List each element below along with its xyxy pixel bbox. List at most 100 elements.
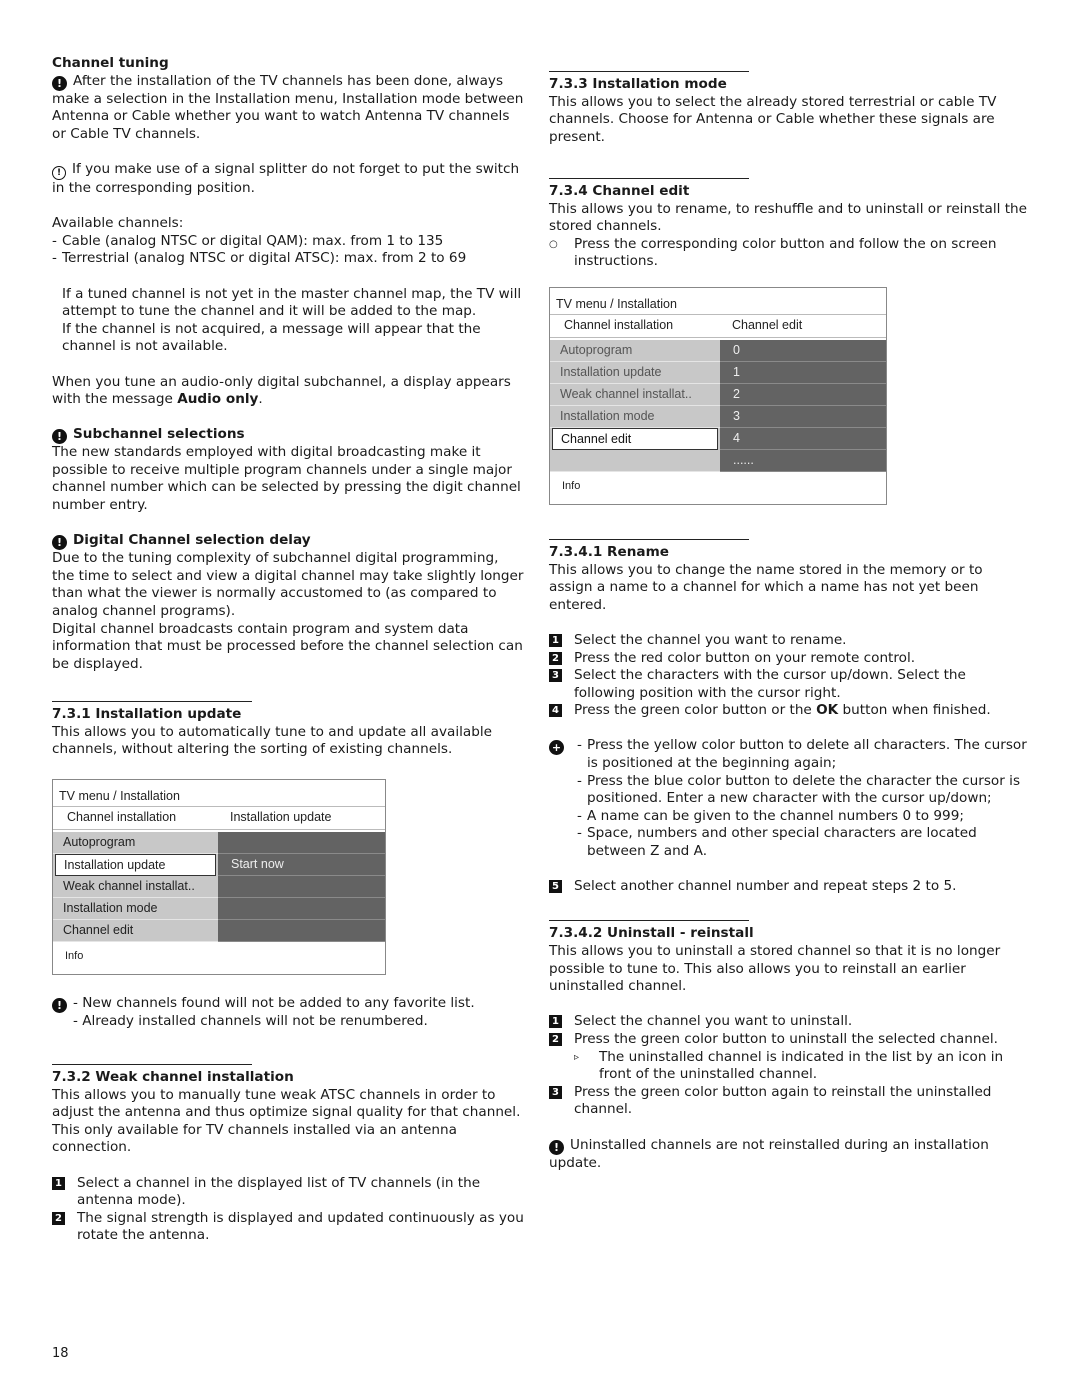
rename-step: 4 Press the green color button or the OK … [549, 702, 1029, 720]
audio-only-para: When you tune an audio-only digital subc… [52, 373, 511, 408]
menu-info: Info [65, 949, 84, 962]
menu-option [218, 832, 385, 854]
step-number-icon: 4 [549, 704, 562, 718]
menu-item-channel-edit[interactable]: Channel edit [552, 427, 718, 450]
menu-option [218, 898, 385, 920]
uninstall-sub-bullet: ▹ The uninstalled channel is indicated in… [574, 1048, 1004, 1083]
uninstall-note: ! Uninstalled channels are not reinstalle… [549, 1136, 989, 1171]
channel-number-item[interactable]: 3 [720, 406, 886, 428]
rename-step: 3 Select the characters with the cursor u… [549, 667, 1029, 702]
channel-number-item[interactable]: 0 [720, 340, 886, 362]
step-number-icon: 1 [549, 1015, 562, 1029]
warning-icon: ! [52, 165, 66, 180]
exclamation-icon: ! [52, 997, 67, 1013]
installation-mode-heading: 7.3.3 Installation mode [549, 76, 727, 92]
step-number-icon: 1 [549, 633, 562, 647]
menu-item-weak-channel[interactable]: Weak channel installat.. [53, 876, 218, 898]
section-divider [52, 701, 252, 702]
left-column: Channel tuning ! After the installation o… [52, 55, 524, 1245]
tv-menu-installation-update: TV menu / Installation Channel installat… [52, 778, 386, 975]
channel-number-item[interactable]: 2 [720, 384, 886, 406]
splitter-warning: ! If you make use of a signal splitter do… [52, 160, 520, 196]
menu-item-installation-update[interactable]: Installation update [55, 853, 216, 876]
update-note-2: - Already installed channels will not be… [73, 1012, 428, 1029]
delay-text-1: Due to the tuning complexity of subchann… [52, 550, 524, 620]
exclamation-icon: ! [52, 535, 67, 551]
step-number-icon: 2 [52, 1211, 65, 1225]
step-number-icon: 2 [549, 1032, 562, 1046]
channel-number-more: ...... [720, 450, 886, 472]
rename-text: This allows you to change the name store… [549, 561, 983, 613]
menu-info: Info [562, 479, 581, 492]
installation-update-heading: 7.3.1 Installation update [52, 706, 242, 722]
weak-channel-heading: 7.3.2 Weak channel installation [52, 1068, 294, 1085]
weak-channel-text: This allows you to manually tune weak AT… [52, 1086, 521, 1156]
delay-text-2: Digital channel broadcasts contain progr… [52, 620, 523, 672]
weak-step: 2 The signal strength is displayed and up… [52, 1210, 524, 1245]
tuned-para-2: If the channel is not acquired, a messag… [62, 320, 481, 355]
menu-header-left: Channel installation [67, 810, 177, 825]
menu-right-list: 0 1 2 3 4 ...... [720, 339, 886, 472]
menu-title: TV menu / Installation [53, 780, 385, 807]
menu-item-autoprogram[interactable]: Autoprogram [53, 832, 218, 854]
menu-header-left: Channel installation [564, 318, 674, 333]
channel-tuning-heading: Channel tuning [52, 55, 169, 71]
step-number-icon: 3 [549, 1085, 562, 1099]
rename-step: 2 Press the red color button on your remo… [549, 650, 1029, 668]
installation-mode-text: This allows you to select the already st… [549, 93, 997, 145]
installation-update-text: This allows you to automatically tune to… [52, 723, 492, 758]
menu-option [218, 920, 385, 942]
rename-step: 5 Select another channel number and repea… [549, 878, 1029, 896]
section-divider [549, 71, 749, 72]
update-note-1: ! - New channels found will not be added … [52, 995, 524, 1013]
exclamation-icon: ! [52, 75, 67, 91]
weak-step: 1 Select a channel in the displayed list … [52, 1175, 524, 1210]
right-column: 7.3.3 Installation mode This allows you … [549, 71, 1029, 1172]
delay-heading: ! Digital Channel selection delay [52, 532, 524, 551]
rename-tip: - Press the blue color button to delete t… [577, 772, 1021, 807]
rename-heading: 7.3.4.1 Rename [549, 543, 669, 560]
menu-item-autoprogram[interactable]: Autoprogram [550, 340, 720, 362]
uninstall-heading: 7.3.4.2 Uninstall - reinstall [549, 925, 754, 942]
step-number-icon: 1 [52, 1176, 65, 1190]
uninstall-text: This allows you to uninstall a stored ch… [549, 943, 1001, 995]
menu-header-right: Installation update [230, 810, 332, 825]
section-divider [549, 177, 749, 179]
menu-item-empty [550, 450, 720, 472]
page-number: 18 [52, 1346, 69, 1361]
section-divider [549, 920, 749, 922]
menu-header: Channel installation Channel edit [550, 315, 886, 338]
menu-item-installation-mode[interactable]: Installation mode [550, 406, 720, 428]
menu-header: Channel installation Installation update [53, 807, 385, 830]
step-number-icon: 2 [549, 651, 562, 665]
exclamation-icon: ! [52, 429, 67, 445]
channel-edit-bullet: ○ Press the corresponding color button an… [549, 235, 997, 270]
available-channels-label: Available channels: [52, 215, 184, 232]
menu-title: TV menu / Installation [550, 288, 886, 315]
channel-number-item[interactable]: 4 [720, 428, 886, 450]
channel-tuning-note: ! After the installation of the TV channe… [52, 72, 524, 142]
menu-left-list: Autoprogram Installation update Weak cha… [550, 339, 720, 472]
available-item: - Terrestrial (analog NTSC or digital ATS… [52, 250, 467, 267]
step-number-icon: 5 [549, 880, 562, 894]
channel-number-item[interactable]: 1 [720, 362, 886, 384]
menu-item-installation-mode[interactable]: Installation mode [53, 898, 218, 920]
menu-item-installation-update[interactable]: Installation update [550, 362, 720, 384]
plus-tip-icon: + [549, 740, 564, 756]
menu-item-channel-edit[interactable]: Channel edit [53, 920, 218, 942]
section-divider [549, 538, 749, 540]
menu-header-right: Channel edit [732, 318, 803, 333]
channel-edit-heading: 7.3.4 Channel edit [549, 182, 690, 199]
tv-menu-channel-edit: TV menu / Installation Channel installat… [549, 286, 887, 505]
menu-right-list: Start now [218, 831, 385, 942]
rename-step: 1 Select the channel you want to rename. [549, 632, 1029, 650]
tuned-para-1: If a tuned channel is not yet in the mas… [62, 285, 522, 320]
rename-tip: + - Press the yellow color button to delet… [549, 737, 1029, 772]
menu-item-weak-channel[interactable]: Weak channel installat.. [550, 384, 720, 406]
subchannel-text: The new standards employed with digital … [52, 444, 521, 514]
channel-edit-text: This allows you to rename, to reshuffle … [549, 200, 1027, 235]
uninstall-step: 3 Press the green color button again to r… [549, 1084, 1029, 1119]
subchannel-heading: ! Subchannel selections [52, 426, 524, 445]
menu-option-start-now[interactable]: Start now [218, 854, 385, 876]
triangle-bullet-icon: ▹ [574, 1051, 580, 1063]
